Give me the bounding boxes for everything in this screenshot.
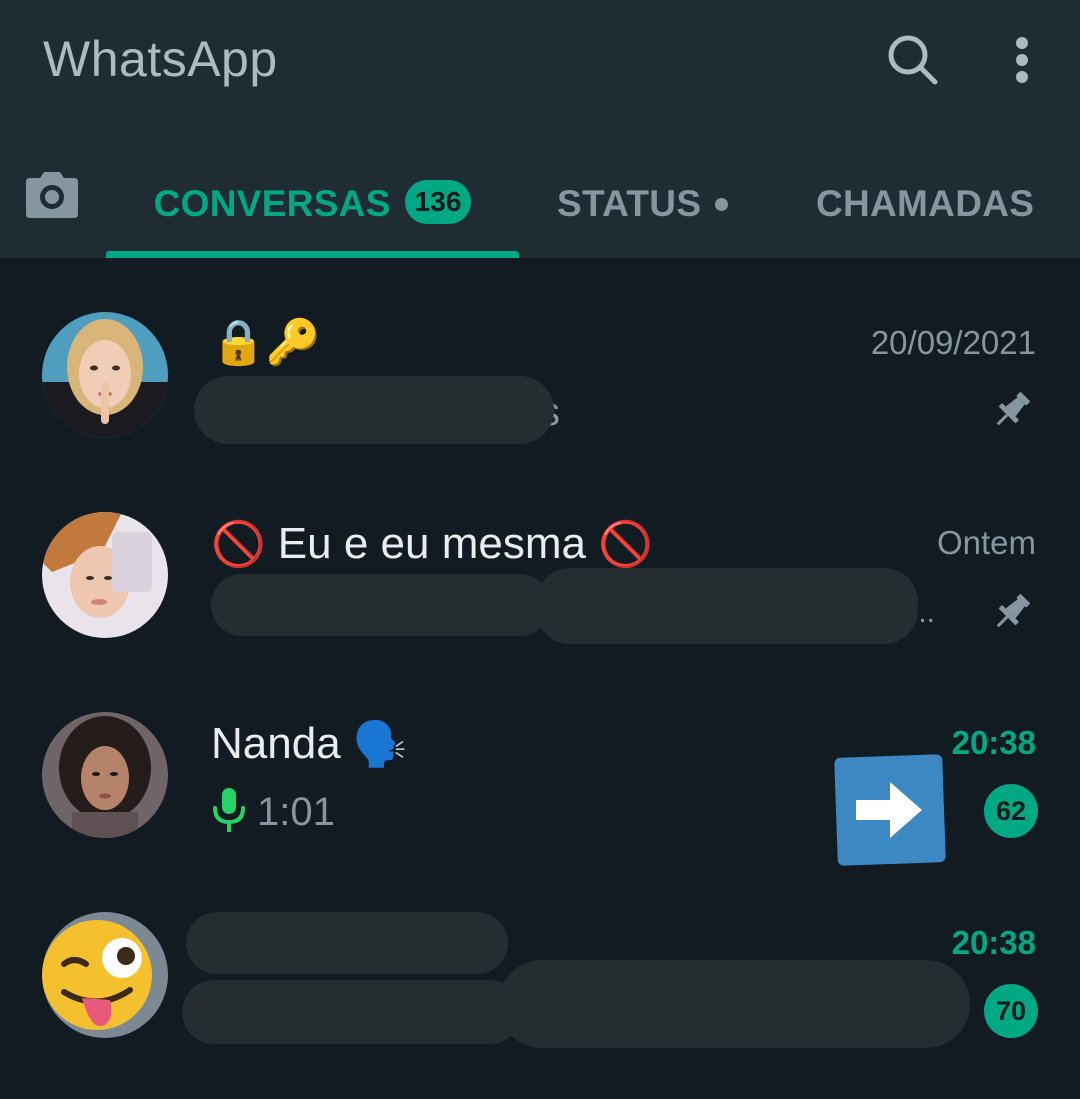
avatar[interactable]: [42, 512, 168, 638]
chat-time: 20:38: [951, 724, 1036, 761]
avatar[interactable]: [42, 912, 168, 1038]
right-arrow-icon: [834, 754, 946, 866]
tab-conversas-label: CONVERSAS: [153, 183, 391, 224]
redacted-preview: [182, 980, 522, 1044]
avatar[interactable]: [42, 312, 168, 438]
chat-row[interactable]: Nanda 🗣️ 20:38 1:01 62: [0, 676, 1080, 876]
chat-name-text: Eu e eu mesma: [277, 519, 586, 568]
chat-row[interactable]: 🚫 Eu e eu mesma 🚫 Ontem ...: [0, 476, 1080, 676]
prohibited-emoji: 🚫: [211, 520, 266, 569]
app-title: WhatsApp: [43, 31, 278, 87]
chat-row[interactable]: 20:38 70: [0, 876, 1080, 1076]
tab-chamadas-label: CHAMADAS: [816, 183, 1035, 224]
redacted-preview: [498, 960, 970, 1048]
more-vert-icon[interactable]: [1000, 32, 1044, 88]
avatar[interactable]: [42, 712, 168, 838]
redacted-preview: [194, 376, 554, 444]
chat-time: Ontem: [936, 524, 1036, 561]
chat-name: 🔒🔑: [211, 316, 321, 368]
chat-row[interactable]: 🔒🔑 20/09/2021 s: [0, 276, 1080, 476]
unread-count-badge: 136: [404, 180, 472, 224]
unread-badge: 62: [984, 784, 1038, 838]
speaking-head-emoji: 🗣️: [352, 720, 408, 769]
chat-name: Nanda 🗣️: [211, 718, 407, 770]
pin-icon: [990, 590, 1034, 634]
new-status-dot: [715, 197, 729, 211]
app-header: WhatsApp CONVERSAS 136 STATUS CHAMADAS: [0, 0, 1080, 258]
tab-status-label: STATUS: [557, 183, 702, 224]
chat-time: 20:38: [951, 924, 1036, 961]
chat-name-text: Nanda: [211, 719, 341, 768]
search-icon[interactable]: [884, 32, 940, 88]
chat-time: 20/09/2021: [870, 324, 1036, 361]
unread-badge: 70: [984, 984, 1038, 1038]
pin-icon: [990, 388, 1034, 432]
prohibited-emoji: 🚫: [597, 520, 653, 569]
redacted-name: [186, 912, 508, 974]
redacted-preview: [536, 568, 918, 644]
chat-name: 🚫 Eu e eu mesma 🚫: [211, 518, 653, 570]
lock-key-emoji: 🔒🔑: [211, 318, 321, 367]
active-tab-indicator: [106, 251, 519, 258]
camera-icon[interactable]: [22, 168, 82, 224]
mic-icon: [211, 786, 247, 839]
tab-conversas[interactable]: CONVERSAS 136: [106, 150, 519, 258]
tab-chamadas[interactable]: CHAMADAS: [816, 150, 1034, 258]
voice-message-preview: 1:01: [211, 786, 335, 839]
tab-status[interactable]: STATUS: [557, 150, 729, 258]
tab-bar: CONVERSAS 136 STATUS CHAMADAS: [0, 150, 1080, 258]
voice-duration: 1:01: [257, 790, 335, 834]
redacted-preview: [211, 574, 551, 636]
